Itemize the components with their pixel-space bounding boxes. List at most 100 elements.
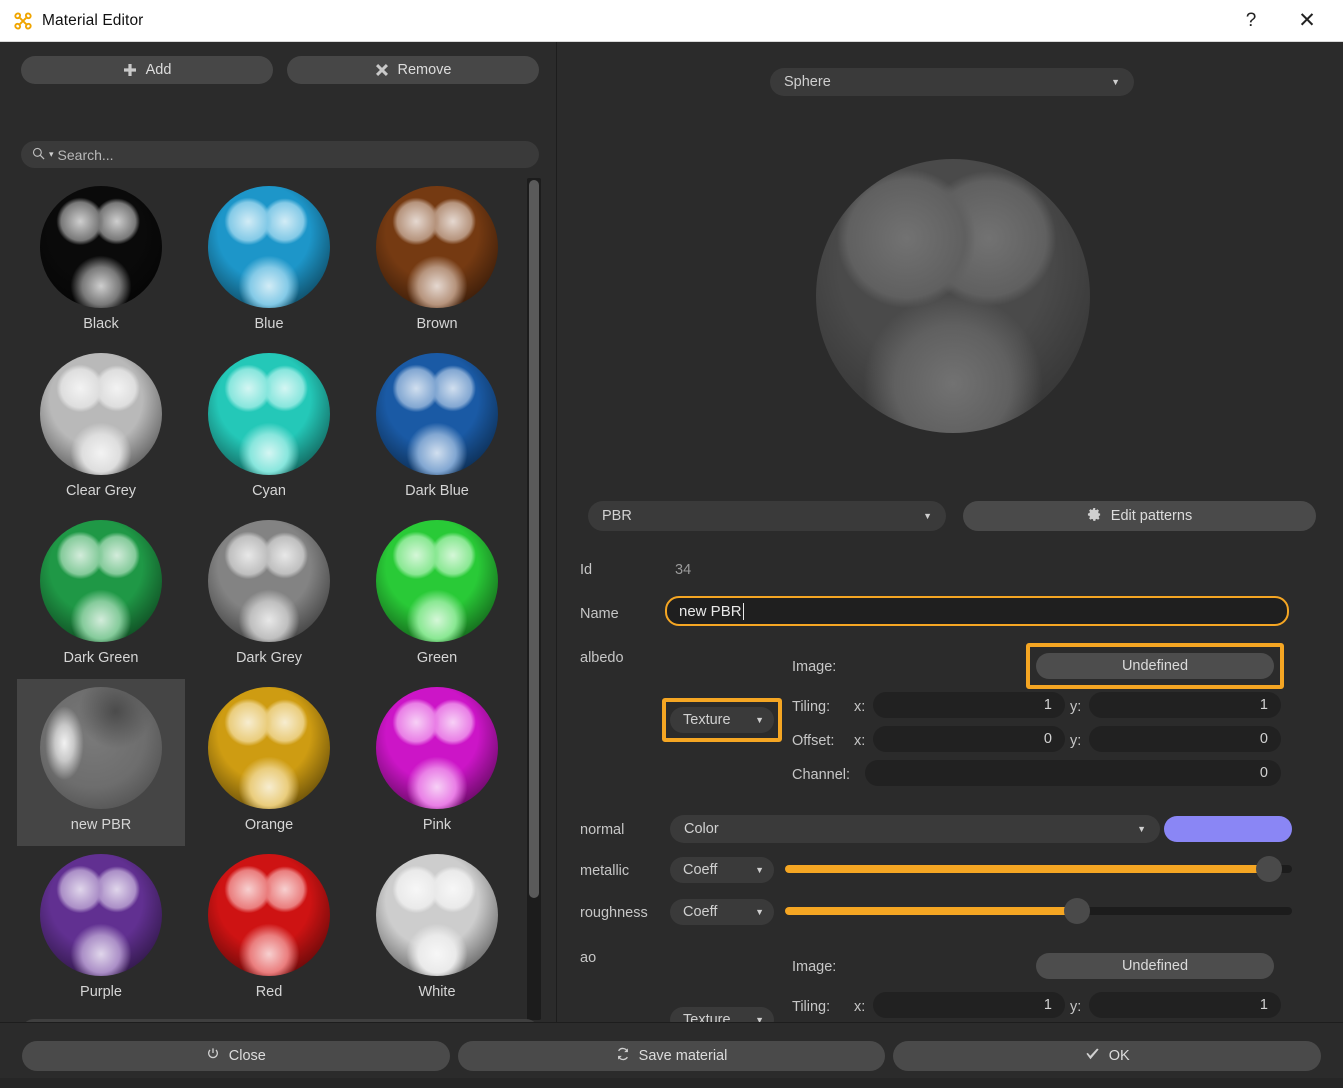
metallic-slider-knob[interactable]	[1256, 856, 1283, 882]
ao-tiling-x-input[interactable]: 1	[873, 992, 1065, 1018]
search-input[interactable]: ▾ Search...	[21, 141, 539, 168]
material-item[interactable]: Brown	[353, 178, 521, 345]
edit-patterns-label: Edit patterns	[1110, 508, 1193, 524]
material-item-label: Black	[83, 316, 119, 332]
preview-shape-select[interactable]: Sphere ▼	[770, 68, 1134, 96]
material-item[interactable]: Cyan	[185, 345, 353, 512]
chevron-down-icon: ▼	[1111, 77, 1120, 87]
material-library-panel: Add Remove ▾ Search... Black Blue Brown Cle…	[0, 42, 557, 1045]
material-item-label: Dark Green	[63, 650, 139, 666]
metallic-slider-fill	[785, 865, 1270, 873]
ao-tiling-y-label: y:	[1070, 999, 1082, 1015]
material-item[interactable]: Dark Green	[17, 512, 185, 679]
material-item[interactable]: new PBR	[17, 679, 185, 846]
material-item[interactable]: White	[353, 846, 521, 1013]
material-type-select[interactable]: PBR ▼	[588, 501, 946, 531]
albedo-offset-x-input[interactable]: 0	[873, 726, 1065, 752]
material-properties-panel: Sphere ▼ PBR ▼ Edit patterns Id 34 Name …	[558, 42, 1343, 1048]
material-item[interactable]: Green	[353, 512, 521, 679]
material-item[interactable]: Purple	[17, 846, 185, 1013]
library-scrollbar-thumb[interactable]	[529, 180, 539, 898]
material-editor-logo-icon	[12, 10, 34, 32]
material-sphere-preview	[376, 353, 498, 475]
chevron-down-icon: ▼	[755, 907, 764, 917]
check-icon	[1085, 1047, 1100, 1066]
material-sphere-preview	[208, 687, 330, 809]
ao-tiling-y-input[interactable]: 1	[1089, 992, 1281, 1018]
close-button[interactable]: Close	[22, 1041, 450, 1071]
save-material-label: Save material	[638, 1048, 728, 1064]
roughness-slider-knob[interactable]	[1063, 898, 1090, 924]
metallic-slider[interactable]	[785, 856, 1292, 882]
material-type-value: PBR	[602, 508, 632, 524]
material-item-label: White	[418, 984, 456, 1000]
roughness-label: roughness	[580, 905, 648, 921]
metallic-mode-select[interactable]: Coeff ▼	[670, 857, 774, 883]
name-input[interactable]: new PBR	[665, 596, 1289, 626]
window-title: Material Editor	[42, 11, 144, 29]
roughness-slider[interactable]	[785, 898, 1292, 924]
add-material-button[interactable]: Add	[21, 56, 273, 84]
library-scrollbar[interactable]	[527, 178, 541, 1020]
close-window-button[interactable]: ✕	[1279, 0, 1335, 42]
preview-sphere	[816, 158, 1090, 433]
remove-material-button[interactable]: Remove	[287, 56, 539, 84]
ao-image-button[interactable]: Undefined	[1036, 953, 1274, 979]
albedo-offset-y-input[interactable]: 0	[1089, 726, 1281, 752]
material-item-label: Red	[255, 984, 283, 1000]
normal-color-swatch[interactable]	[1164, 816, 1292, 842]
normal-label: normal	[580, 822, 625, 838]
material-item[interactable]: Red	[185, 846, 353, 1013]
material-preview-viewport[interactable]	[580, 108, 1326, 483]
albedo-tiling-x-input[interactable]: 1	[873, 692, 1065, 718]
search-icon	[32, 147, 45, 163]
library-toolbar: Add Remove	[21, 56, 539, 84]
material-item-label: Green	[416, 650, 458, 666]
material-item[interactable]: Blue	[185, 178, 353, 345]
albedo-image-highlight	[1026, 643, 1284, 689]
roughness-mode-select[interactable]: Coeff ▼	[670, 899, 774, 925]
albedo-channel-input[interactable]: 0	[865, 760, 1281, 786]
search-filter-caret-icon[interactable]: ▾	[49, 149, 54, 160]
refresh-icon	[616, 1047, 630, 1065]
properties-scroll-area: Id 34 Name new PBR albedo Image: Undefin…	[580, 540, 1343, 1048]
edit-patterns-button[interactable]: Edit patterns	[963, 501, 1316, 531]
save-material-button[interactable]: Save material	[457, 1041, 886, 1071]
material-item[interactable]: Pink	[353, 679, 521, 846]
chevron-down-icon: ▼	[755, 865, 764, 875]
material-item[interactable]: Clear Grey	[17, 345, 185, 512]
albedo-tiling-y-input[interactable]: 1	[1089, 692, 1281, 718]
material-item[interactable]: Dark Grey	[185, 512, 353, 679]
albedo-offset-y-label: y:	[1070, 733, 1082, 749]
material-sphere-preview	[208, 186, 330, 308]
material-sphere-preview	[376, 186, 498, 308]
roughness-mode-value: Coeff	[683, 904, 718, 920]
material-sphere-preview	[40, 854, 162, 976]
close-button-label: Close	[228, 1048, 266, 1064]
material-sphere-preview	[40, 687, 162, 809]
chevron-down-icon: ▼	[923, 511, 932, 521]
name-input-value: new PBR	[679, 602, 742, 620]
ok-button[interactable]: OK	[893, 1041, 1322, 1071]
normal-mode-select[interactable]: Color ▼	[670, 815, 1160, 843]
material-item[interactable]: Black	[17, 178, 185, 345]
material-item[interactable]: Orange	[185, 679, 353, 846]
material-item-label: Orange	[244, 817, 294, 833]
albedo-channel-label: Channel:	[792, 767, 851, 783]
ao-image-label: Image:	[792, 959, 837, 975]
material-item[interactable]: Dark Blue	[353, 345, 521, 512]
material-sphere-preview	[208, 520, 330, 642]
material-item-label: new PBR	[70, 817, 132, 833]
material-grid-viewport: Black Blue Brown Clear Grey Cyan Dark Blue Dar…	[17, 178, 539, 1016]
ao-label: ao	[580, 950, 597, 966]
material-item-label: Purple	[80, 984, 122, 1000]
material-sphere-preview	[208, 353, 330, 475]
help-button[interactable]: ?	[1223, 0, 1279, 42]
material-sphere-preview	[208, 854, 330, 976]
material-item-label: Blue	[254, 316, 284, 332]
material-type-row: PBR ▼ Edit patterns	[588, 501, 1316, 531]
metallic-label: metallic	[580, 863, 630, 879]
albedo-offset-label: Offset:	[792, 733, 835, 749]
material-editor-window: Material Editor ? ✕ Add Remove ▾ Search.…	[0, 0, 1343, 1088]
add-material-label: Add	[145, 62, 172, 78]
